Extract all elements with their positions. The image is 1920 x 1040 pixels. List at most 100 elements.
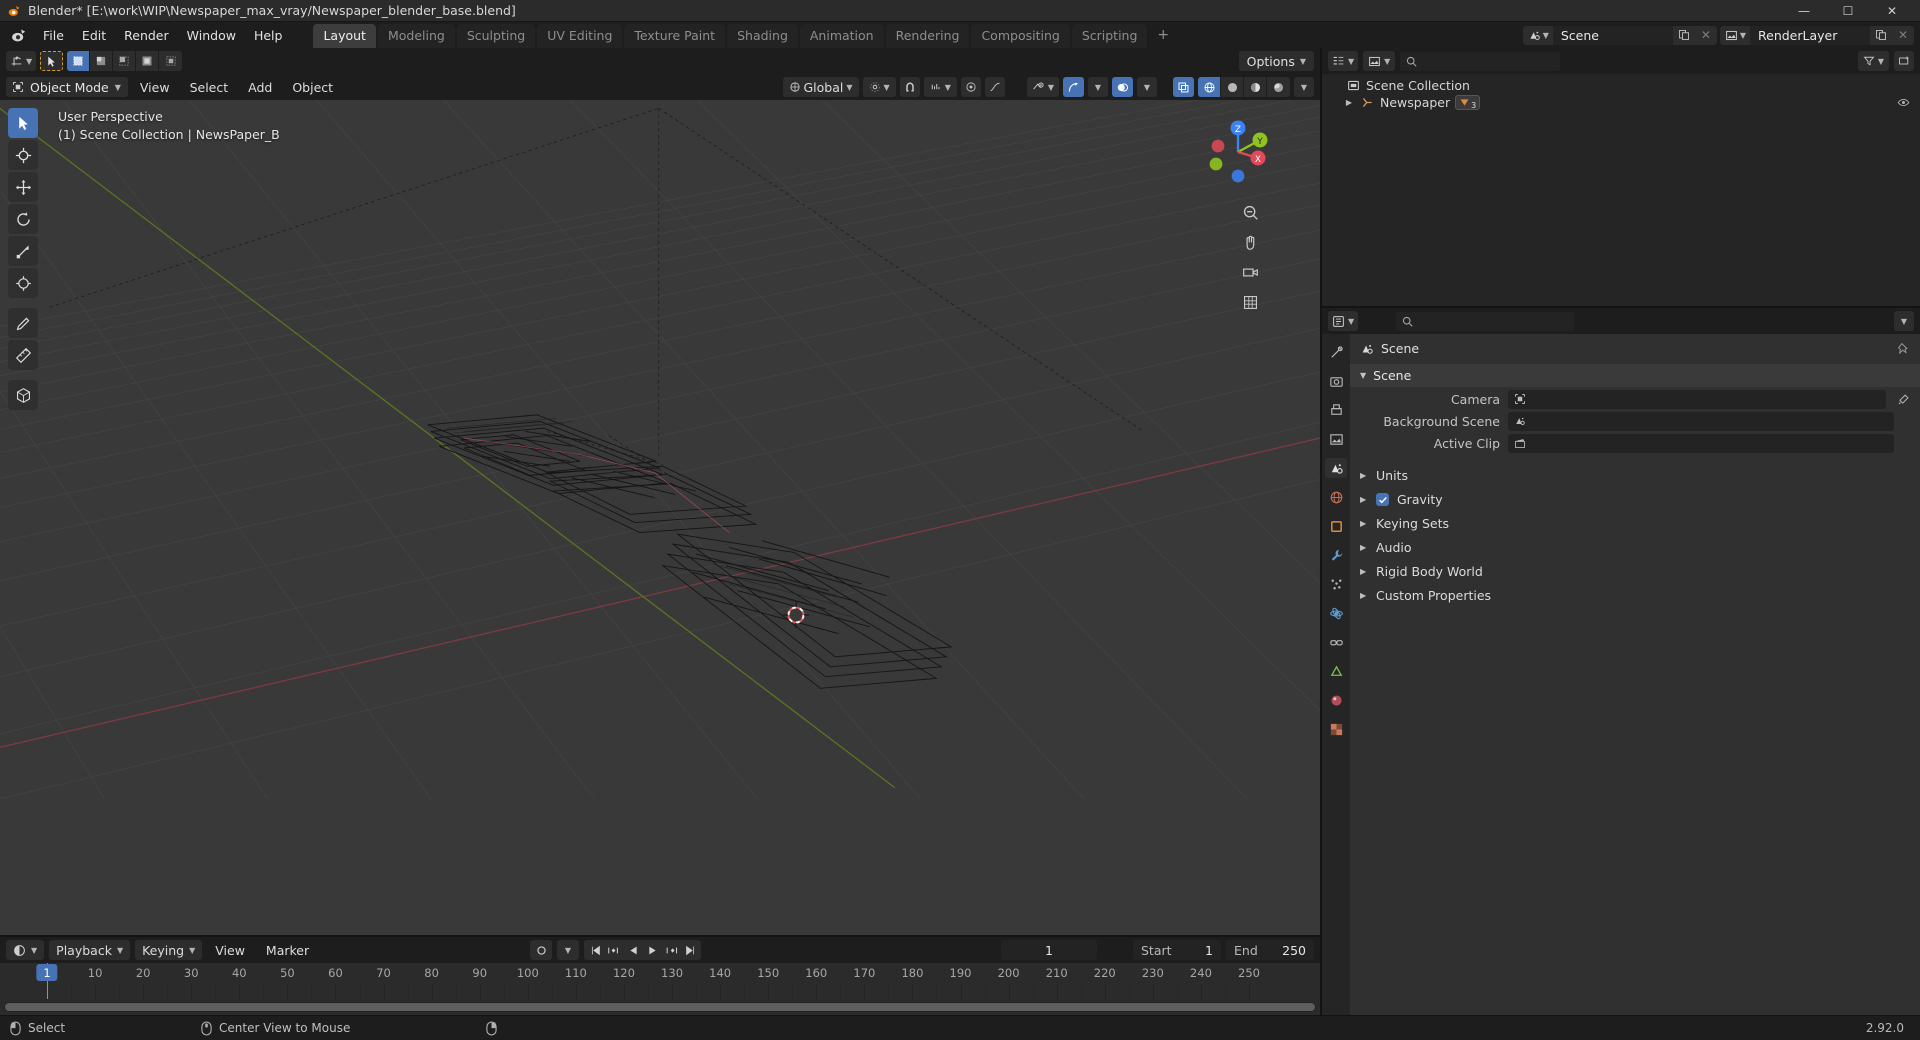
workspace-tab-animation[interactable]: Animation <box>799 24 884 48</box>
viewport-menu-add[interactable]: Add <box>240 78 280 97</box>
minimize-button[interactable]: — <box>1782 0 1826 22</box>
hide-viewport-icon[interactable] <box>1897 96 1920 109</box>
outliner-tree[interactable]: Scene Collection ▶ Newspaper 3 <box>1322 74 1920 306</box>
units-section[interactable]: ▶ Units <box>1350 463 1920 487</box>
unlink-scene-button[interactable]: ✕ <box>1694 25 1717 45</box>
timeline-menu-keying[interactable]: Keying ▼ <box>135 940 203 960</box>
outliner-display-mode-dropdown[interactable]: ▼ <box>1363 51 1396 71</box>
gizmo-toggle-icon[interactable] <box>1063 77 1084 97</box>
rendered-shading-icon[interactable] <box>1267 77 1290 97</box>
frame-end-field[interactable]: End 250 <box>1226 940 1314 960</box>
workspace-tab-compositing[interactable]: Compositing <box>971 24 1070 48</box>
select-set-icon[interactable] <box>67 51 91 71</box>
material-properties-tab[interactable] <box>1325 690 1347 710</box>
workspace-tab-rendering[interactable]: Rendering <box>885 24 970 48</box>
close-button[interactable]: ✕ <box>1870 0 1914 22</box>
particles-properties-tab[interactable] <box>1325 574 1347 594</box>
maximize-button[interactable]: ☐ <box>1826 0 1870 22</box>
render-properties-tab[interactable] <box>1325 371 1347 391</box>
timeline-scrollbar[interactable] <box>4 1002 1316 1012</box>
auto-keying-icon[interactable] <box>532 940 550 960</box>
menu-edit[interactable]: Edit <box>73 25 115 46</box>
active-clip-field[interactable] <box>1508 433 1894 453</box>
properties-search-field[interactable] <box>1418 314 1569 328</box>
prev-keyframe-button[interactable] <box>605 940 623 960</box>
view-layer-properties-tab[interactable] <box>1325 429 1347 449</box>
toggle-ortho-icon[interactable] <box>1238 290 1262 314</box>
properties-editor-icon[interactable]: ▼ <box>1328 311 1359 331</box>
menu-file[interactable]: File <box>34 25 73 46</box>
editor-type-3dview-icon[interactable]: ▼ <box>6 51 37 71</box>
background-scene-field[interactable] <box>1508 411 1894 431</box>
camera-field[interactable] <box>1508 389 1886 409</box>
data-properties-tab[interactable] <box>1325 661 1347 681</box>
workspace-tab-uv-editing[interactable]: UV Editing <box>537 24 623 48</box>
select-intersect-icon[interactable] <box>159 51 182 71</box>
pin-icon[interactable] <box>1897 342 1910 355</box>
timeline-menu-view[interactable]: View <box>207 941 253 960</box>
playhead-frame-label[interactable]: 1 <box>36 964 58 981</box>
view-layer-icon[interactable]: ▼ <box>1719 25 1750 45</box>
properties-search-input[interactable] <box>1396 311 1575 331</box>
audio-section[interactable]: ▶ Audio <box>1350 535 1920 559</box>
viewport-navigation-gizmo[interactable]: Z Y X <box>1206 120 1270 184</box>
viewport-menu-object[interactable]: Object <box>284 78 341 97</box>
viewport-menu-view[interactable]: View <box>132 78 178 97</box>
scene-panel-header[interactable]: ▼ Scene <box>1350 364 1920 387</box>
shading-settings-dropdown[interactable]: ▼ <box>1294 77 1314 97</box>
solid-shading-icon[interactable] <box>1221 77 1244 97</box>
next-keyframe-button[interactable] <box>662 940 680 960</box>
scale-tool-icon[interactable] <box>8 236 38 266</box>
eyedropper-icon[interactable] <box>1894 393 1912 406</box>
viewport-menu-select[interactable]: Select <box>182 78 237 97</box>
keying-sets-section[interactable]: ▶ Keying Sets <box>1350 511 1920 535</box>
gizmo-settings-dropdown[interactable]: ▼ <box>1088 77 1108 97</box>
measure-tool-icon[interactable] <box>8 340 38 370</box>
world-properties-tab[interactable] <box>1325 487 1347 507</box>
select-subtract-icon[interactable] <box>113 51 137 71</box>
outliner-filter-icon[interactable]: ▼ <box>1857 51 1889 71</box>
jump-to-end-button[interactable] <box>681 940 699 960</box>
add-workspace-button[interactable]: + <box>1149 27 1177 43</box>
select-invert-icon[interactable] <box>136 51 160 71</box>
new-view-layer-button[interactable] <box>1870 25 1892 45</box>
physics-properties-tab[interactable] <box>1325 603 1347 623</box>
scrollbar-thumb[interactable] <box>5 1003 1315 1011</box>
workspace-tab-modeling[interactable]: Modeling <box>377 24 455 48</box>
snap-magnet-icon[interactable] <box>899 77 920 97</box>
rotate-tool-icon[interactable] <box>8 204 38 234</box>
new-scene-button[interactable] <box>1672 25 1695 45</box>
remove-view-layer-button[interactable]: ✕ <box>1892 25 1914 45</box>
workspace-tab-texture-paint[interactable]: Texture Paint <box>624 24 726 48</box>
overlays-toggle-icon[interactable] <box>1112 77 1133 97</box>
wireframe-shading-icon[interactable] <box>1198 77 1221 97</box>
timeline-menu-marker[interactable]: Marker <box>258 941 317 960</box>
scene-properties-tab[interactable] <box>1325 458 1347 478</box>
play-button[interactable] <box>643 940 661 960</box>
transform-orientation-dropdown[interactable]: Global ▼ <box>782 77 859 97</box>
select-extend-icon[interactable] <box>90 51 114 71</box>
workspace-tab-shading[interactable]: Shading <box>727 24 798 48</box>
gravity-checkbox[interactable] <box>1376 493 1389 506</box>
falloff-curve-icon[interactable] <box>984 77 1005 97</box>
snap-settings-dropdown[interactable]: ▼ <box>923 77 957 97</box>
outliner-row-newspaper[interactable]: ▶ Newspaper 3 <box>1322 94 1920 111</box>
interaction-mode-dropdown[interactable]: Object Mode ▼ <box>6 77 128 97</box>
menu-render[interactable]: Render <box>115 25 178 46</box>
object-properties-tab[interactable] <box>1325 516 1347 536</box>
menu-window[interactable]: Window <box>178 25 245 46</box>
add-cube-tool-icon[interactable] <box>8 380 38 410</box>
select-box-tool-icon[interactable] <box>40 51 64 71</box>
transform-tool-icon[interactable] <box>8 268 38 298</box>
modifier-badge[interactable]: 3 <box>1455 95 1481 110</box>
workspace-tab-layout[interactable]: Layout <box>313 24 376 48</box>
blender-logo-icon[interactable] <box>8 25 28 45</box>
workspace-tab-scripting[interactable]: Scripting <box>1071 24 1148 48</box>
output-properties-tab[interactable] <box>1325 400 1347 420</box>
frame-start-field[interactable]: Start 1 <box>1133 940 1221 960</box>
menu-help[interactable]: Help <box>245 25 292 46</box>
outliner-editor-icon[interactable]: ▼ <box>1328 51 1359 71</box>
view-layer-name[interactable]: RenderLayer <box>1750 25 1870 45</box>
auto-key-dropdown[interactable]: ▼ <box>557 940 579 960</box>
view-layer-selector[interactable]: ▼ RenderLayer ✕ <box>1719 25 1914 45</box>
